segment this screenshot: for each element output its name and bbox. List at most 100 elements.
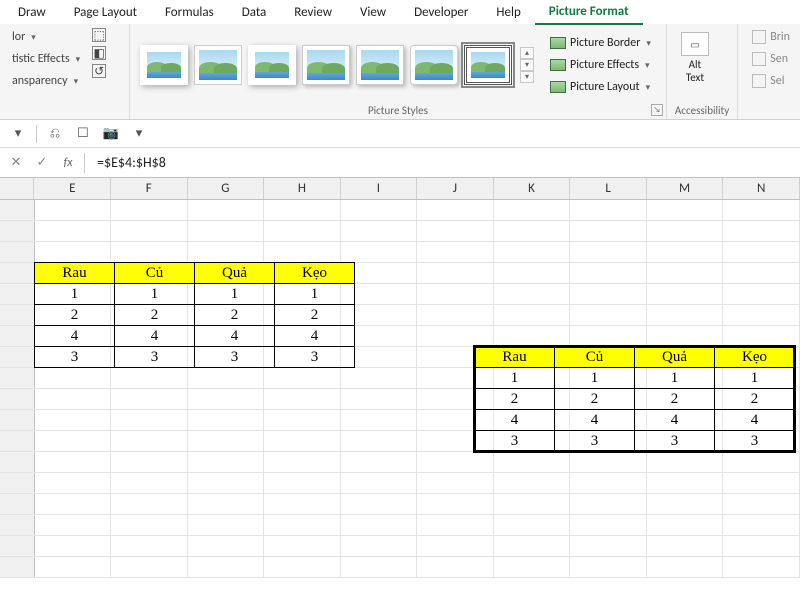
gallery-scroll: ▴ ▾ ▾ [520, 47, 534, 83]
col-header[interactable]: N [723, 178, 800, 199]
bring-forward-button[interactable]: Brin [750, 28, 792, 46]
qat-customize-chevron-icon[interactable]: ▾ [129, 124, 149, 144]
send-backward-icon [752, 52, 766, 66]
style-thumb-5[interactable] [356, 45, 404, 85]
alt-text-icon: ▭ [681, 32, 709, 56]
sel-label: Sel [770, 74, 784, 88]
table-header: Quả [635, 347, 715, 368]
camera-icon[interactable]: 📷 [101, 124, 121, 144]
style-thumb-1[interactable] [140, 45, 188, 85]
send-backward-button[interactable]: Sen [750, 50, 792, 68]
gallery-down-button[interactable]: ▾ [520, 59, 534, 71]
alt-text-button[interactable]: ▭ Alt Text [675, 28, 715, 88]
spreadsheet-grid: E F G H I J K L M N Rau Củ [0, 178, 800, 600]
column-headers-row: E F G H I J K L M N [0, 178, 800, 200]
formula-bar: ✕ ✓ fx [0, 148, 800, 178]
picture-layout-label: Picture Layout [570, 80, 640, 94]
col-header[interactable]: H [264, 178, 341, 199]
ribbon-group-arrange: Brin Sen Sel [738, 24, 800, 119]
table-cell: 2 [555, 389, 635, 410]
reset-picture-icon[interactable]: ↺ [92, 64, 106, 78]
table-cell: 4 [555, 410, 635, 431]
style-thumb-7-selected[interactable] [464, 45, 512, 85]
bring-label: Brin [770, 30, 790, 44]
col-header[interactable]: F [111, 178, 188, 199]
picture-layout-button[interactable]: Picture Layout ▾ [546, 78, 655, 96]
table-cell: 1 [195, 284, 275, 305]
table-cell: 1 [115, 284, 195, 305]
table-cell: 1 [635, 368, 715, 389]
undo-chev-icon[interactable]: ▾ [8, 124, 28, 144]
ribbon-group-adjust: lor▾ tistic Effects▾ ansparency▾ ⬚ ◧ ↺ [0, 24, 130, 119]
adjust-transparency-label: ansparency [12, 74, 68, 88]
formula-cancel-button[interactable]: ✕ [6, 155, 26, 170]
picture-styles-group-label: Picture Styles [138, 102, 658, 117]
table-cell: 3 [555, 431, 635, 452]
picture-styles-gallery: ▴ ▾ ▾ [138, 41, 536, 89]
tab-view[interactable]: View [346, 1, 400, 24]
col-header[interactable]: I [341, 178, 418, 199]
table-header: Rau [475, 347, 555, 368]
style-thumb-6[interactable] [410, 45, 458, 85]
style-thumb-3[interactable] [248, 45, 296, 85]
picture-effects-icon [550, 59, 566, 71]
tab-review[interactable]: Review [280, 1, 346, 24]
selection-pane-button[interactable]: Sel [750, 72, 792, 90]
table-cell: 2 [35, 305, 115, 326]
table-cell: 2 [115, 305, 195, 326]
table-header: Kẹo [715, 347, 795, 368]
tab-draw[interactable]: Draw [4, 1, 60, 24]
fx-label[interactable]: fx [58, 156, 78, 170]
picture-format-options: Picture Border▾ Picture Effects▾ Picture… [546, 34, 655, 96]
picture-effects-button[interactable]: Picture Effects▾ [546, 56, 655, 74]
gallery-up-button[interactable]: ▴ [520, 47, 534, 59]
style-thumb-4[interactable] [302, 45, 350, 85]
accessibility-group-label: Accessibility [675, 102, 729, 117]
tab-data[interactable]: Data [228, 1, 281, 24]
alt-text-label: Alt Text [686, 58, 704, 84]
col-header[interactable]: E [34, 178, 111, 199]
qat-icon-1[interactable]: ⎌ [45, 124, 65, 144]
table-header: Củ [115, 263, 195, 284]
table-cell: 1 [555, 368, 635, 389]
picture-layout-icon [550, 81, 566, 93]
picture-border-button[interactable]: Picture Border▾ [546, 34, 655, 52]
color-button[interactable]: lor▾ [8, 28, 84, 46]
col-header[interactable]: L [570, 178, 647, 199]
formula-enter-button[interactable]: ✓ [32, 155, 52, 170]
tab-page-layout[interactable]: Page Layout [60, 1, 151, 24]
select-all-corner[interactable] [0, 178, 34, 199]
chevron-down-icon: ▾ [31, 32, 36, 43]
tab-formulas[interactable]: Formulas [151, 1, 228, 24]
table-cell: 2 [715, 389, 795, 410]
table-cell: 1 [475, 368, 555, 389]
table-header: Kẹo [275, 263, 355, 284]
chevron-down-icon: ▾ [646, 82, 651, 93]
style-thumb-2[interactable] [194, 45, 242, 85]
col-header[interactable]: J [417, 178, 494, 199]
data-table-picture[interactable]: Rau Củ Quả Kẹo 1111 2222 4444 3333 [474, 346, 795, 452]
dialog-launcher-picture-styles[interactable]: ↘ [651, 104, 663, 116]
grid-body[interactable]: Rau Củ Quả Kẹo 1111 2222 4444 3333 Rau C… [0, 200, 800, 600]
table-cell: 4 [35, 326, 115, 347]
compress-pictures-icon[interactable]: ⬚ [92, 28, 106, 42]
formula-input[interactable] [91, 152, 794, 173]
table-header: Quả [195, 263, 275, 284]
col-header[interactable]: G [188, 178, 265, 199]
table-cell: 3 [475, 431, 555, 452]
tab-help[interactable]: Help [482, 1, 534, 24]
col-header[interactable]: K [494, 178, 571, 199]
tab-developer[interactable]: Developer [400, 1, 482, 24]
artistic-effects-button[interactable]: tistic Effects▾ [8, 50, 84, 68]
picture-border-icon [550, 37, 566, 49]
data-table-source[interactable]: Rau Củ Quả Kẹo 1111 2222 4444 3333 [34, 262, 355, 368]
transparency-button[interactable]: ansparency▾ [8, 72, 84, 90]
col-header[interactable]: M [647, 178, 724, 199]
tab-picture-format[interactable]: Picture Format [535, 0, 643, 25]
picture-border-label: Picture Border [570, 36, 640, 50]
gallery-more-button[interactable]: ▾ [520, 71, 534, 83]
table-cell: 3 [115, 347, 195, 368]
table-cell: 1 [35, 284, 115, 305]
change-picture-icon[interactable]: ◧ [92, 46, 106, 60]
qat-icon-2[interactable]: ☐ [73, 124, 93, 144]
